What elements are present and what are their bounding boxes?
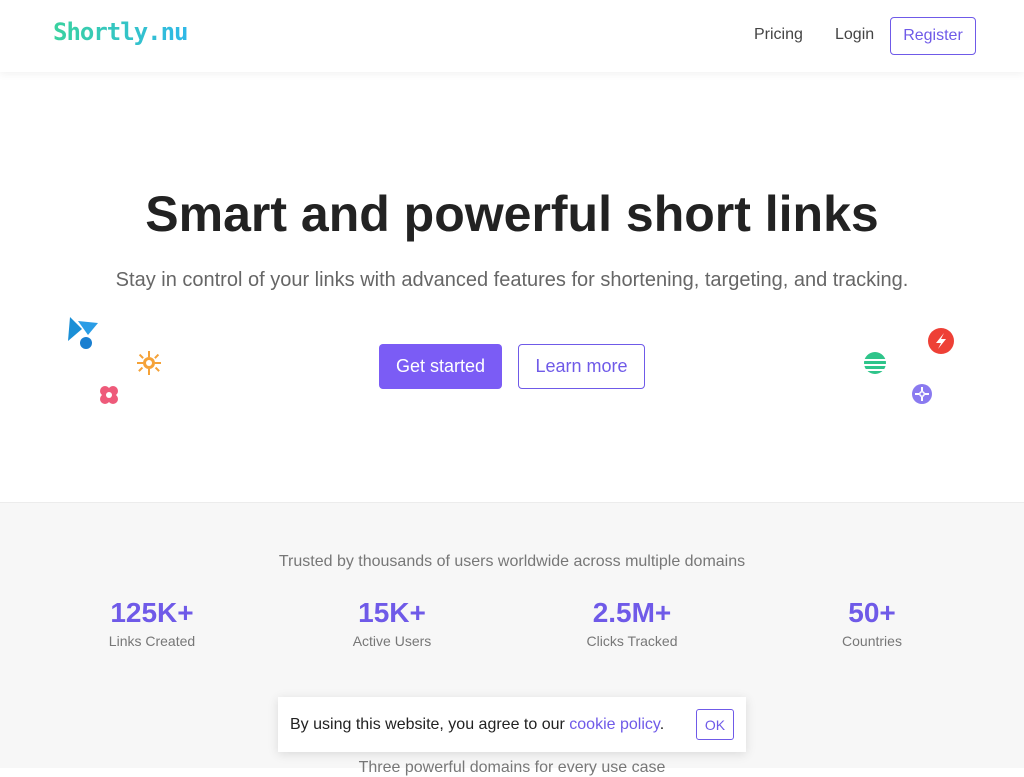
get-started-button[interactable]: Get started [379, 344, 502, 389]
cookie-banner: By using this website, you agree to our … [278, 697, 746, 752]
stat-value: 50+ [848, 597, 896, 628]
stats-caption: Trusted by thousands of users worldwide … [278, 553, 746, 570]
green-stripes-icon [864, 352, 886, 374]
nav-pricing-link[interactable]: Pricing [754, 26, 803, 44]
cookie-text-before: By using this website, you agree to our [290, 716, 570, 733]
cookie-policy-link[interactable]: cookie policy [569, 716, 659, 733]
hero-section: Smart and powerful short links Stay in c… [0, 72, 1024, 502]
stat-value: 125K+ [110, 597, 194, 628]
stat-active-users: 15K+ Active Users [272, 597, 512, 649]
stat-label: Clicks Tracked [586, 633, 678, 649]
domains-caption: Three powerful domains for every use cas… [358, 759, 666, 776]
red-zap-icon [928, 328, 954, 354]
stat-links-created: 125K+ Links Created [32, 597, 272, 649]
logo[interactable]: Shortly.nu [53, 18, 188, 46]
learn-more-button[interactable]: Learn more [518, 344, 645, 389]
stat-clicks-tracked: 2.5M+ Clicks Tracked [512, 597, 752, 649]
stat-value: 2.5M+ [592, 597, 672, 628]
stat-label: Countries [842, 633, 902, 649]
stat-label: Links Created [108, 633, 196, 649]
pink-flower-icon [100, 386, 118, 404]
orange-sun-icon [137, 351, 161, 375]
cookie-text: By using this website, you agree to our … [290, 716, 664, 734]
nav-login-link[interactable]: Login [835, 26, 874, 44]
blue-shapes-icon [68, 317, 98, 349]
purple-gear-icon [912, 384, 932, 404]
hero-title: Smart and powerful short links [145, 186, 879, 242]
stat-value: 15K+ [358, 597, 426, 628]
stat-countries: 50+ Countries [752, 597, 992, 649]
register-button[interactable]: Register [890, 17, 976, 55]
hero-subtitle: Stay in control of your links with advan… [115, 269, 909, 291]
stat-label: Active Users [352, 633, 432, 649]
navbar: Shortly.nu Pricing Login Register [0, 0, 1024, 72]
cookie-ok-button[interactable]: OK [696, 709, 734, 740]
cookie-text-after: . [659, 716, 665, 733]
